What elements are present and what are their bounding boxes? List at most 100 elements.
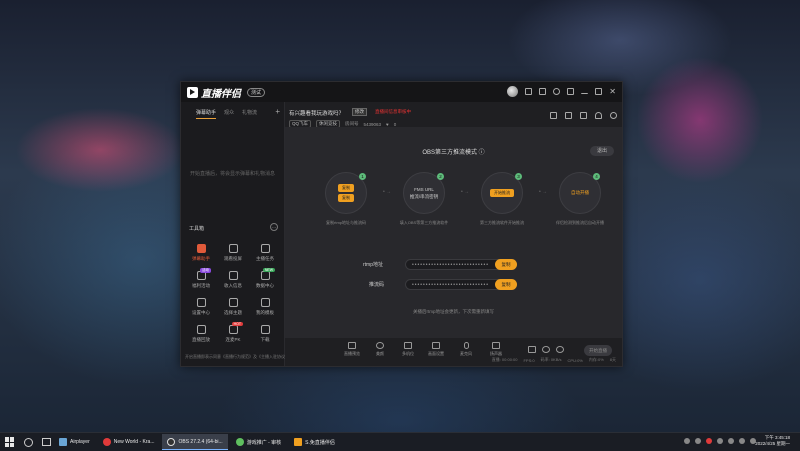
download-icon [228, 298, 238, 307]
form-hint: 关播后rtmp地址会更新，下次需重新填写 [413, 309, 494, 314]
tray-icon[interactable] [717, 438, 723, 444]
task-view-icon[interactable] [42, 438, 51, 446]
taskbar-app[interactable]: S.免直播伴侣 [289, 434, 340, 450]
tool-theme[interactable]: 选择主题 [217, 298, 249, 316]
menu-icon[interactable] [567, 88, 575, 95]
search-icon[interactable] [24, 437, 33, 447]
copy-key-button[interactable]: 复制 [495, 279, 517, 290]
tray-icon[interactable] [695, 438, 701, 444]
step-3: 3 开始推流 第三方推流软件开始推流 [480, 172, 524, 225]
pk-icon [228, 325, 238, 334]
taskbar-app[interactable]: Airplayer [54, 434, 95, 450]
message-icon[interactable] [525, 88, 533, 95]
title-bar[interactable]: 直播伴侣 测试 ✕ [181, 82, 622, 102]
wechat-icon [235, 438, 244, 446]
rtmp-label: rtmp地址 [363, 262, 384, 268]
maximize-icon[interactable] [595, 88, 603, 95]
obs-icon [167, 437, 176, 446]
share-icon[interactable] [610, 112, 617, 119]
tool-download[interactable]: 下载 [249, 325, 281, 343]
more-icon[interactable]: … [270, 223, 278, 231]
system-clock[interactable]: 下午 3:45:18 2022/4/25 星期一 [755, 435, 790, 447]
screen-icon[interactable] [539, 88, 547, 95]
bell-icon[interactable] [595, 112, 602, 119]
help-icon[interactable]: ⓘ [479, 150, 485, 156]
tray-icon[interactable] [706, 438, 712, 444]
task-icon [260, 244, 270, 253]
obs-title: OBS第三方推流模式 ⓘ [422, 150, 485, 156]
obs-panel: OBS第三方推流模式 ⓘ 退出 1 复制 复制 复制rtmp地址与推流码 • →… [285, 127, 622, 338]
obs-steps: 1 复制 复制 复制rtmp地址与推流码 • → 2 FMS URL 推流/串流… [311, 172, 611, 242]
status-bar: 直播: 00:00:00 FPS:0 码率: 0KB/s CPU:0% 内存:0… [491, 357, 616, 363]
speaker-icon [492, 342, 500, 349]
download-icon [228, 271, 238, 280]
copy-rtmp-button[interactable]: 复制 [495, 259, 517, 270]
system-tray [684, 438, 756, 444]
tab-danmaku[interactable]: 弹幕助手 [196, 109, 217, 119]
step-copy-button[interactable]: 复制 [338, 194, 354, 202]
sidebar-tabs: 弹幕助手 观众 礼物流 [181, 102, 284, 119]
like-count: 0 [393, 121, 397, 127]
tool-activity[interactable]: 活动 福利活动 [185, 268, 217, 289]
network-icon[interactable] [739, 438, 745, 444]
close-icon[interactable]: ✕ [609, 88, 616, 96]
window-icon[interactable] [580, 112, 587, 119]
taskbar: Airplayer New World - Kra... OBS 27.2.4 … [0, 432, 800, 451]
step-1: 1 复制 复制 复制rtmp地址与推流码 [325, 172, 367, 225]
tray-icon[interactable] [684, 438, 690, 444]
app-window: 直播伴侣 测试 ✕ 弹幕助手 观众 礼物流 + 开始直播后，将会显示弹幕和礼物消… [180, 81, 623, 367]
gift-icon[interactable] [550, 112, 557, 119]
taskbar-app[interactable]: 游戏推广 - 审核 [231, 434, 286, 450]
key-row: 推流码 •••••••••••••••••••••••••••• 复制 [363, 279, 543, 291]
tool-grid: 弹幕助手 观看投屏 主播任务 活动 福利活动 收入信息 NEW 数据中心 设置中心 … [185, 244, 281, 343]
step-4: 4 自动开播 伴侣检测到推流后自动开播 [556, 172, 604, 225]
app-name: 直播伴侣 [201, 88, 241, 100]
tool-danmaku[interactable]: 弹幕助手 [185, 244, 217, 262]
room-header: 有兴趣看我玩游戏吗？ 修改 直播间信息审核中 QQ飞车 休闲竞技 房间号 543… [289, 106, 619, 128]
mic-icon [463, 342, 469, 349]
preview-icon [348, 342, 356, 349]
image-icon [196, 298, 206, 307]
beauty-icon [376, 342, 384, 349]
template-icon [260, 298, 270, 307]
taskbar-app[interactable]: OBS 27.2.4 (64-bi... [162, 434, 228, 450]
settings-icon[interactable] [553, 88, 561, 95]
rtmp-row: rtmp地址 •••••••••••••••••••••••••••• 复制 [363, 259, 543, 271]
chart-icon [260, 271, 270, 280]
tool-task[interactable]: 主播任务 [249, 244, 281, 262]
logo-icon [187, 86, 198, 98]
tool-income[interactable]: 收入信息 [217, 271, 249, 289]
review-status: 直播间信息审核中 [375, 109, 411, 114]
live-companion-icon [294, 438, 303, 446]
version-badge[interactable]: 测试 [247, 87, 266, 97]
sidebar-footer: 开启直播即表示同意《直播行为规范》及《主播入驻协议》 [185, 354, 289, 359]
tool-pk[interactable]: HOT 连麦PK [217, 322, 249, 343]
sidebar: 弹幕助手 观众 礼物流 + 开始直播后，将会显示弹幕和礼物消息 工具箱 … 弹幕… [181, 102, 289, 366]
user-avatar[interactable] [507, 86, 519, 97]
tray-icon[interactable] [728, 438, 734, 444]
main-area: 有兴趣看我玩游戏吗？ 修改 直播间信息审核中 QQ飞车 休闲竞技 房间号 543… [285, 102, 622, 366]
step-2: 2 FMS URL 推流/串流密钥 填入OBS等第三方推流软件 [399, 172, 449, 225]
tool-data[interactable]: NEW 数据中心 [249, 268, 281, 289]
step-copy-button[interactable]: 复制 [338, 184, 354, 192]
tab-gifts[interactable]: 礼物流 [242, 109, 257, 119]
exit-button[interactable]: 退出 [590, 146, 614, 156]
camera-icon [404, 342, 412, 349]
tool-replay[interactable]: 直播回放 [185, 325, 217, 343]
tool-settings[interactable]: 设置中心 [185, 298, 217, 316]
start-icon[interactable] [5, 437, 15, 447]
edit-button[interactable]: 修改 [352, 108, 367, 116]
app-logo: 直播伴侣 测试 [187, 85, 266, 100]
replay-icon [196, 325, 206, 334]
add-icon[interactable]: + [275, 107, 280, 116]
tool-cast[interactable]: 观看投屏 [217, 244, 249, 262]
taskbar-app[interactable]: New World - Kra... [98, 434, 160, 450]
tab-audience[interactable]: 观众 [224, 109, 234, 119]
room-title: 有兴趣看我玩游戏吗？ [289, 111, 345, 117]
user-icon [228, 244, 238, 253]
tool-template[interactable]: 我的模板 [249, 298, 281, 316]
sidebar-empty-text: 开始直播后，将会显示弹幕和礼物消息 [189, 171, 275, 177]
browser-icon [102, 438, 111, 446]
minimize-icon[interactable] [581, 89, 589, 94]
lock-icon[interactable] [565, 112, 572, 119]
